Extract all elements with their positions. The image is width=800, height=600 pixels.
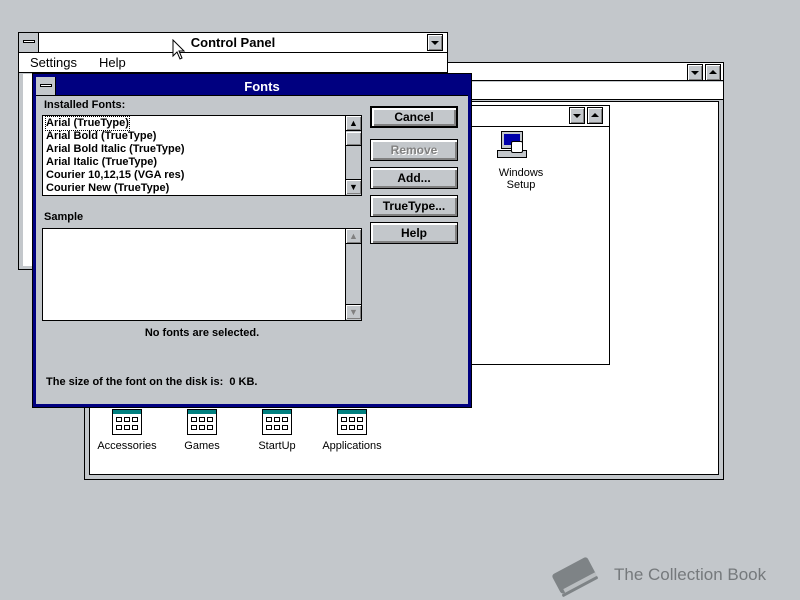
sample-box: ▲ ▼ (42, 228, 362, 321)
no-fonts-selected-text: No fonts are selected. (144, 327, 260, 339)
cancel-button[interactable]: Cancel (370, 106, 458, 128)
sample-scroll-up-icon: ▲ (346, 229, 361, 244)
program-manager-minimize-button[interactable] (687, 64, 703, 81)
sample-scrollbar: ▲ ▼ (345, 229, 361, 320)
scroll-thumb[interactable] (346, 132, 361, 146)
startup-label: StartUp (258, 440, 296, 452)
font-list-item[interactable]: Courier New (TrueType) (46, 182, 169, 195)
font-list-item[interactable]: Arial Bold Italic (TrueType) (46, 143, 185, 156)
help-button[interactable]: Help (370, 222, 458, 244)
sample-label: Sample (44, 211, 84, 223)
fonts-dialog-titlebar[interactable]: Fonts (36, 77, 468, 96)
font-size-on-disk-text: The size of the font on the disk is: 0 K… (46, 376, 258, 388)
main-group-minimize-button[interactable] (569, 107, 585, 124)
program-manager-maximize-button[interactable] (705, 64, 721, 81)
font-list-item[interactable]: Courier 10,12,15 (VGA res) (46, 169, 184, 182)
main-group-maximize-button[interactable] (587, 107, 603, 124)
control-panel-title: Control Panel (190, 35, 276, 50)
mouse-cursor-icon (172, 39, 186, 60)
fonts-dialog: Fonts Installed Fonts: Arial (TrueType) … (32, 73, 472, 408)
games-label: Games (184, 440, 220, 452)
fonts-dialog-title: Fonts (244, 79, 280, 94)
applications-icon[interactable] (337, 409, 367, 435)
control-panel-minimize-button[interactable] (427, 34, 443, 51)
windows-setup-label: Windows Setup (498, 167, 544, 191)
accessories-label: Accessories (97, 440, 157, 452)
font-list-item[interactable]: Arial Bold (TrueType) (46, 130, 156, 143)
book-icon (552, 557, 598, 597)
add-button[interactable]: Add... (370, 167, 458, 189)
sample-scroll-down-icon: ▼ (346, 304, 361, 319)
menu-help[interactable]: Help (99, 55, 126, 70)
font-list-item[interactable]: Arial Italic (TrueType) (46, 156, 157, 169)
fonts-dialog-system-menu-button[interactable] (36, 77, 56, 95)
control-panel-menubar: Settings Help (19, 53, 447, 73)
menu-settings[interactable]: Settings (30, 55, 77, 70)
scroll-up-arrow-icon[interactable]: ▲ (346, 116, 361, 131)
accessories-icon[interactable] (112, 409, 142, 435)
startup-icon[interactable] (262, 409, 292, 435)
truetype-button[interactable]: TrueType... (370, 195, 458, 217)
windows-setup-icon[interactable] (497, 131, 529, 163)
scroll-down-arrow-icon[interactable]: ▼ (346, 179, 361, 194)
watermark: The Collection Book (548, 552, 788, 598)
installed-fonts-listbox[interactable]: Arial (TrueType) Arial Bold (TrueType) A… (42, 115, 362, 196)
games-icon[interactable] (187, 409, 217, 435)
applications-label: Applications (322, 440, 382, 452)
control-panel-titlebar[interactable]: Control Panel (19, 33, 447, 53)
installed-fonts-label: Installed Fonts: (44, 99, 126, 111)
watermark-text: The Collection Book (614, 565, 767, 584)
main-group-window: Windows Setup (470, 105, 610, 365)
fonts-list-scrollbar[interactable]: ▲ ▼ (345, 116, 361, 195)
remove-button[interactable]: Remove (370, 139, 458, 161)
font-list-item[interactable]: Arial (TrueType) (45, 116, 130, 131)
